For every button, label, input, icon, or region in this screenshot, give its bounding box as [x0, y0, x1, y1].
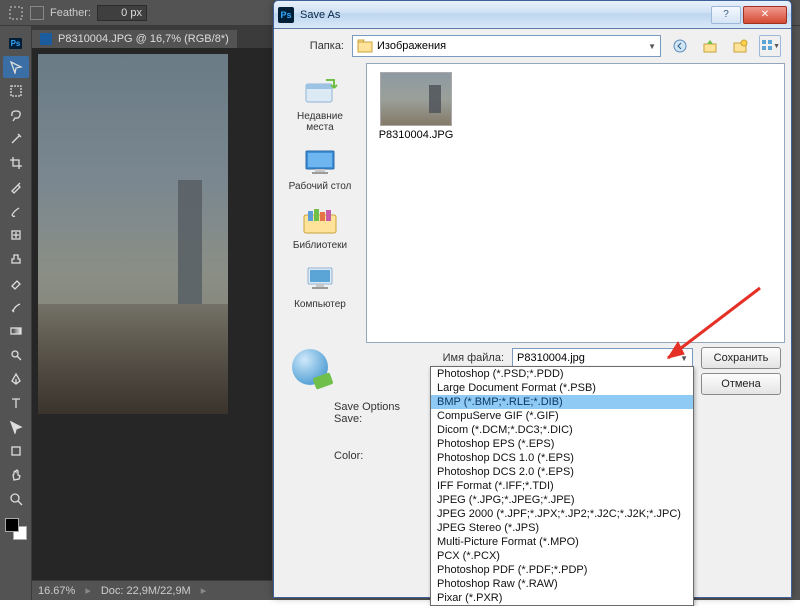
wand-tool[interactable] [3, 128, 29, 150]
dodge-tool[interactable] [3, 344, 29, 366]
place-desktop-label: Рабочий стол [289, 181, 352, 192]
ps-file-icon [40, 33, 52, 45]
format-option[interactable]: Dicom (*.DCM;*.DC3;*.DIC) [431, 423, 693, 437]
format-option[interactable]: Photoshop DCS 1.0 (*.EPS) [431, 451, 693, 465]
format-option[interactable]: Photoshop PDF (*.PDF;*.PDP) [431, 563, 693, 577]
format-option[interactable]: Large Document Format (*.PSB) [431, 381, 693, 395]
dialog-titlebar[interactable]: Ps Save As ? ✕ [274, 1, 791, 29]
folder-value: Изображения [377, 40, 446, 52]
help-button[interactable]: ? [711, 6, 741, 24]
ps-logo-icon: Ps [3, 32, 29, 54]
format-option[interactable]: JPEG 2000 (*.JPF;*.JPX;*.JP2;*.J2C;*.J2K… [431, 507, 693, 521]
type-tool[interactable] [3, 392, 29, 414]
format-option[interactable]: Multi-Picture Format (*.MPO) [431, 535, 693, 549]
doc-size: Doc: 22,9M/22,9M [101, 585, 191, 597]
file-thumbnail [380, 72, 452, 126]
format-option[interactable]: Photoshop Raw (*.RAW) [431, 577, 693, 591]
marquee-tool[interactable] [3, 80, 29, 102]
image-preview [38, 54, 228, 414]
chevron-down-icon: ▼ [648, 42, 656, 51]
filename-input[interactable]: P8310004.jpg▼ [512, 348, 693, 368]
back-button[interactable] [669, 35, 691, 57]
save-sublabel: Save: [334, 413, 444, 425]
eraser-tool[interactable] [3, 272, 29, 294]
view-menu-button[interactable]: ▼ [759, 35, 781, 57]
feather-label: Feather: [50, 7, 91, 19]
chevron-down-icon[interactable]: ▼ [680, 354, 688, 363]
computer-icon [300, 264, 340, 296]
folder-combo[interactable]: Изображения ▼ [352, 35, 661, 57]
format-option[interactable]: Pixar (*.PXR) [431, 591, 693, 605]
file-item[interactable]: P8310004.JPG [375, 72, 457, 141]
places-bar: Недавние места Рабочий стол Библиотеки К… [274, 63, 366, 343]
status-bar: 16.67% ▸ Doc: 22,9M/22,9M ▸ [32, 580, 272, 600]
selection-mode-icon[interactable] [30, 6, 44, 20]
format-option[interactable]: JPEG (*.JPG;*.JPEG;*.JPE) [431, 493, 693, 507]
shape-tool[interactable] [3, 440, 29, 462]
format-option[interactable]: PCX (*.PCX) [431, 549, 693, 563]
zoom-tool[interactable] [3, 488, 29, 510]
hand-tool[interactable] [3, 464, 29, 486]
format-option[interactable]: JPEG Stereo (*.JPS) [431, 521, 693, 535]
history-brush-tool[interactable] [3, 296, 29, 318]
place-recent-label: Недавние места [297, 111, 343, 133]
cancel-button[interactable]: Отмена [701, 373, 781, 395]
save-button[interactable]: Сохранить [701, 347, 781, 369]
format-option[interactable]: Photoshop DCS 2.0 (*.EPS) [431, 465, 693, 479]
format-dropdown-list[interactable]: Photoshop (*.PSD;*.PDD)Large Document Fo… [430, 366, 694, 606]
folder-row: Папка: Изображения ▼ ▼ [274, 29, 791, 63]
place-libraries-label: Библиотеки [293, 240, 347, 251]
place-computer-label: Компьютер [294, 299, 346, 310]
stamp-tool[interactable] [3, 248, 29, 270]
color-swatches[interactable] [5, 518, 27, 540]
format-option[interactable]: Photoshop (*.PSD;*.PDD) [431, 367, 693, 381]
file-list[interactable]: P8310004.JPG [366, 63, 785, 343]
filename-label: Имя файла: [424, 352, 504, 364]
document-tab-label: P8310004.JPG @ 16,7% (RGB/8*) [58, 33, 229, 45]
libraries-icon [300, 205, 340, 237]
recent-places-icon [300, 76, 340, 108]
document-area: P8310004.JPG @ 16,7% (RGB/8*) 16.67% ▸ D… [32, 26, 272, 600]
ps-app-icon: Ps [278, 7, 294, 23]
folder-label: Папка: [284, 40, 344, 52]
crop-tool[interactable] [3, 152, 29, 174]
eyedropper-tool[interactable] [3, 176, 29, 198]
new-folder-button[interactable] [729, 35, 751, 57]
color-sublabel: Color: [334, 450, 444, 462]
pen-tool[interactable] [3, 368, 29, 390]
move-tool[interactable] [3, 56, 29, 78]
close-button[interactable]: ✕ [743, 6, 787, 24]
file-item-label: P8310004.JPG [379, 129, 454, 141]
path-tool[interactable] [3, 416, 29, 438]
tools-panel: Ps [0, 26, 32, 600]
format-option[interactable]: CompuServe GIF (*.GIF) [431, 409, 693, 423]
place-libraries[interactable]: Библиотеки [277, 200, 363, 255]
up-button[interactable] [699, 35, 721, 57]
place-computer[interactable]: Компьютер [277, 259, 363, 314]
gradient-tool[interactable] [3, 320, 29, 342]
desktop-icon [300, 146, 340, 178]
healing-tool[interactable] [3, 224, 29, 246]
format-option[interactable]: Photoshop EPS (*.EPS) [431, 437, 693, 451]
zoom-level[interactable]: 16.67% [38, 585, 75, 597]
place-recent[interactable]: Недавние места [277, 71, 363, 137]
canvas[interactable] [32, 48, 272, 580]
marquee-tool-icon [8, 5, 24, 21]
document-tabs: P8310004.JPG @ 16,7% (RGB/8*) [32, 26, 272, 48]
brush-tool[interactable] [3, 200, 29, 222]
format-option[interactable]: BMP (*.BMP;*.RLE;*.DIB) [431, 395, 693, 409]
lasso-tool[interactable] [3, 104, 29, 126]
dialog-title: Save As [300, 9, 711, 21]
place-desktop[interactable]: Рабочий стол [277, 141, 363, 196]
format-option[interactable]: IFF Format (*.IFF;*.TDI) [431, 479, 693, 493]
feather-input[interactable]: 0 px [97, 5, 147, 21]
pictures-folder-icon [357, 39, 373, 53]
web-icon [292, 349, 328, 385]
document-tab[interactable]: P8310004.JPG @ 16,7% (RGB/8*) [32, 30, 237, 48]
save-options-label: Save Options [334, 401, 444, 413]
